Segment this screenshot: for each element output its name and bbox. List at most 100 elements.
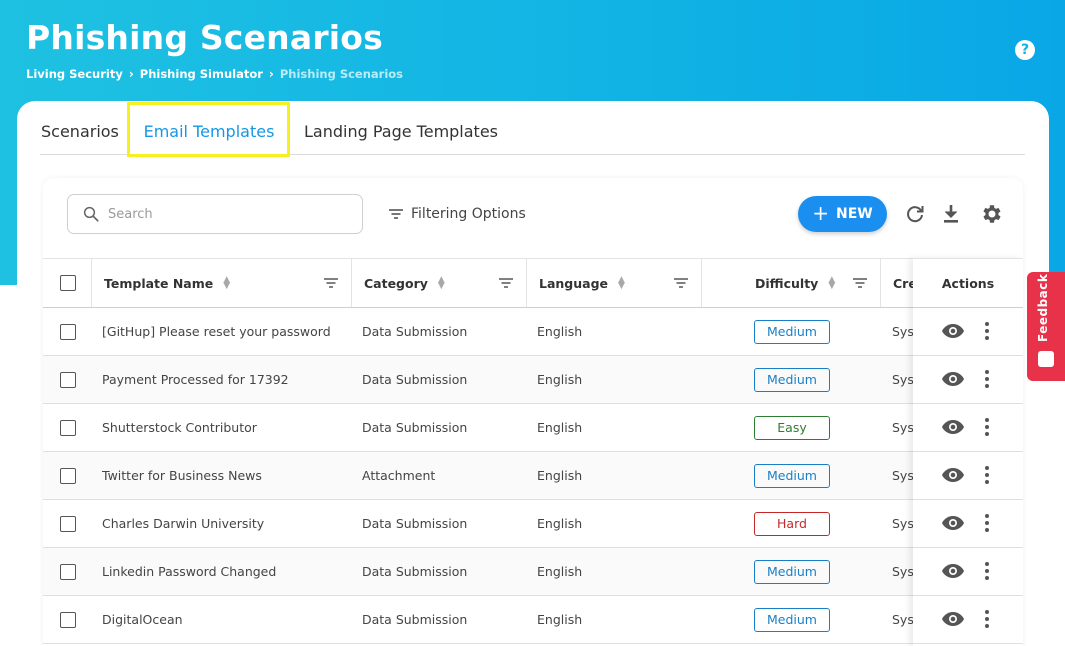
template-name: Shutterstock Contributor (102, 420, 257, 435)
view-eye-icon[interactable] (941, 323, 965, 339)
category: Data Submission (362, 324, 468, 339)
row-actions (913, 404, 1023, 452)
created-by: Syst (892, 516, 914, 531)
view-eye-icon[interactable] (941, 563, 965, 579)
filtering-options-label: Filtering Options (411, 206, 526, 222)
row-actions (913, 308, 1023, 356)
created-by: Syst (892, 372, 914, 387)
category: Data Submission (362, 420, 468, 435)
select-all-checkbox[interactable] (60, 275, 76, 291)
new-button-label: NEW (836, 206, 873, 222)
template-name: DigitalOcean (102, 612, 183, 627)
tab-landing-page-templates[interactable]: Landing Page Templates (290, 108, 498, 154)
feedback-label: Feedback (1036, 273, 1050, 342)
template-name: Charles Darwin University (102, 516, 265, 531)
sort-icon[interactable]: ▲ ▼ (828, 276, 835, 291)
row-actions (913, 548, 1023, 596)
more-options-icon[interactable] (985, 562, 991, 583)
table-row[interactable]: Twitter for Business News Attachment Eng… (43, 452, 1023, 500)
row-checkbox[interactable] (60, 467, 76, 484)
column-label: Category (364, 275, 428, 291)
table-row[interactable]: Shutterstock Contributor Data Submission… (43, 404, 1023, 452)
row-checkbox[interactable] (60, 371, 76, 388)
breadcrumb-current: Phishing Scenarios (279, 67, 404, 81)
row-checkbox[interactable] (60, 563, 76, 580)
column-difficulty[interactable]: Difficulty ▲ ▼ (702, 259, 881, 307)
category: Data Submission (362, 564, 468, 579)
created-by: Syst (892, 324, 914, 339)
language: English (537, 324, 583, 339)
table-row[interactable]: Charles Darwin University Data Submissio… (43, 500, 1023, 548)
filtering-options-button[interactable]: Filtering Options (388, 203, 526, 225)
language: English (537, 612, 583, 627)
created-by: Syst (892, 420, 914, 435)
difficulty-badge: Hard (754, 511, 830, 536)
chevron-right-icon: › (268, 67, 274, 81)
chevron-right-icon: › (128, 67, 134, 81)
column-actions: Actions (913, 258, 1023, 308)
template-name: [GitHup] Please reset your password (102, 324, 331, 339)
row-checkbox[interactable] (60, 323, 76, 340)
breadcrumb-living-security[interactable]: Living Security (26, 67, 123, 81)
difficulty-badge: Medium (754, 463, 830, 488)
column-template-name[interactable]: Template Name ▲ ▼ (92, 259, 352, 307)
column-label: Language (539, 275, 609, 291)
category: Attachment (362, 468, 436, 483)
more-options-icon[interactable] (985, 322, 991, 343)
template-name: Payment Processed for 17392 (102, 372, 289, 387)
breadcrumb: Living Security › Phishing Simulator › P… (26, 67, 403, 81)
more-options-icon[interactable] (985, 514, 991, 535)
view-eye-icon[interactable] (941, 371, 965, 387)
help-icon[interactable]: ? (1015, 40, 1035, 60)
row-checkbox[interactable] (60, 419, 76, 436)
table-header: Template Name ▲ ▼ Category ▲ ▼ Language ▲ ▼… (43, 258, 1023, 308)
more-options-icon[interactable] (985, 610, 991, 631)
column-filter-icon[interactable] (673, 276, 689, 290)
filter-icon (389, 209, 403, 219)
template-name: Twitter for Business News (102, 468, 262, 483)
table-row[interactable]: [GitHup] Please reset your password Data… (43, 308, 1023, 356)
language: English (537, 564, 583, 579)
column-filter-icon[interactable] (852, 276, 868, 290)
search-box[interactable] (67, 194, 363, 234)
view-eye-icon[interactable] (941, 611, 965, 627)
column-filter-icon[interactable] (498, 276, 514, 290)
difficulty-badge: Medium (754, 607, 830, 632)
row-checkbox[interactable] (60, 611, 76, 628)
sort-icon[interactable]: ▲ ▼ (438, 276, 445, 291)
column-filter-icon[interactable] (323, 276, 339, 290)
templates-table: Template Name ▲ ▼ Category ▲ ▼ Language ▲ ▼… (43, 258, 1023, 644)
settings-gear-icon[interactable] (979, 202, 1003, 226)
table-row[interactable]: DigitalOcean Data Submission English Med… (43, 596, 1023, 644)
more-options-icon[interactable] (985, 466, 991, 487)
column-language[interactable]: Language ▲ ▼ (527, 259, 702, 307)
view-eye-icon[interactable] (941, 467, 965, 483)
search-icon (83, 206, 99, 222)
sort-icon[interactable]: ▲ ▼ (223, 276, 230, 291)
view-eye-icon[interactable] (941, 515, 965, 531)
page-title: Phishing Scenarios (26, 18, 384, 57)
view-eye-icon[interactable] (941, 419, 965, 435)
highlight-box (127, 102, 290, 157)
table-row[interactable]: Linkedin Password Changed Data Submissio… (43, 548, 1023, 596)
tab-scenarios[interactable]: Scenarios (40, 108, 128, 154)
feedback-tab[interactable]: Feedback (1027, 272, 1065, 381)
more-options-icon[interactable] (985, 370, 991, 391)
table-body: [GitHup] Please reset your password Data… (43, 308, 1023, 644)
sort-icon[interactable]: ▲ ▼ (618, 276, 625, 291)
table-row[interactable]: Payment Processed for 17392 Data Submiss… (43, 356, 1023, 404)
row-checkbox[interactable] (60, 515, 76, 532)
search-input[interactable] (108, 206, 338, 222)
column-category[interactable]: Category ▲ ▼ (352, 259, 527, 307)
difficulty-badge: Medium (754, 319, 830, 344)
created-by: Syst (892, 612, 914, 627)
category: Data Submission (362, 516, 468, 531)
download-icon[interactable] (939, 202, 963, 226)
new-button[interactable]: + NEW (798, 196, 887, 232)
select-all-cell (43, 259, 92, 307)
more-options-icon[interactable] (985, 418, 991, 439)
refresh-icon[interactable] (903, 202, 927, 226)
difficulty-badge: Medium (754, 367, 830, 392)
feedback-icon (1038, 351, 1054, 367)
breadcrumb-phishing-simulator[interactable]: Phishing Simulator (140, 67, 263, 81)
